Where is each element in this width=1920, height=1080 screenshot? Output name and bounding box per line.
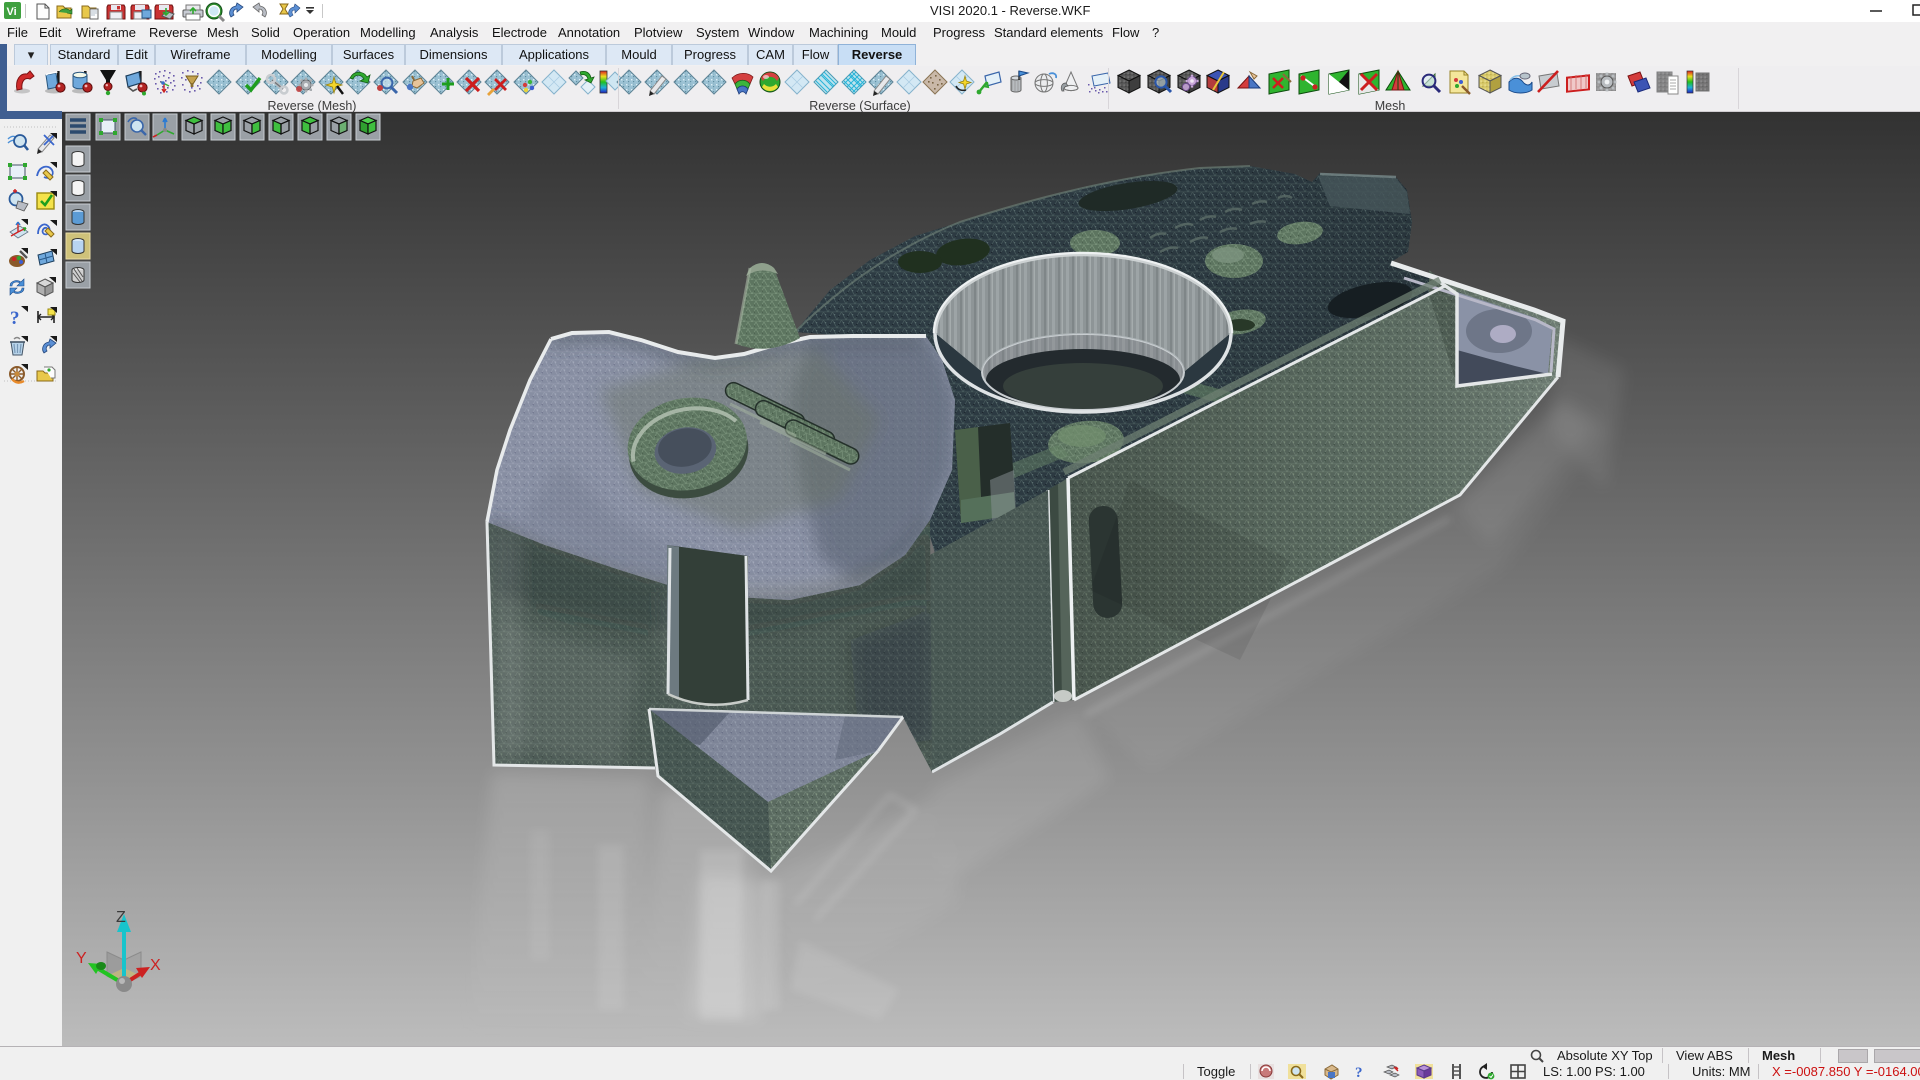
svg-text:?: ? — [10, 308, 20, 329]
svg-text:X: X — [150, 957, 161, 974]
svg-text:Z: Z — [116, 909, 126, 926]
svg-text:?: ? — [1355, 1065, 1363, 1080]
svg-text:Y: Y — [76, 950, 87, 967]
svg-text:Vi: Vi — [7, 6, 17, 18]
